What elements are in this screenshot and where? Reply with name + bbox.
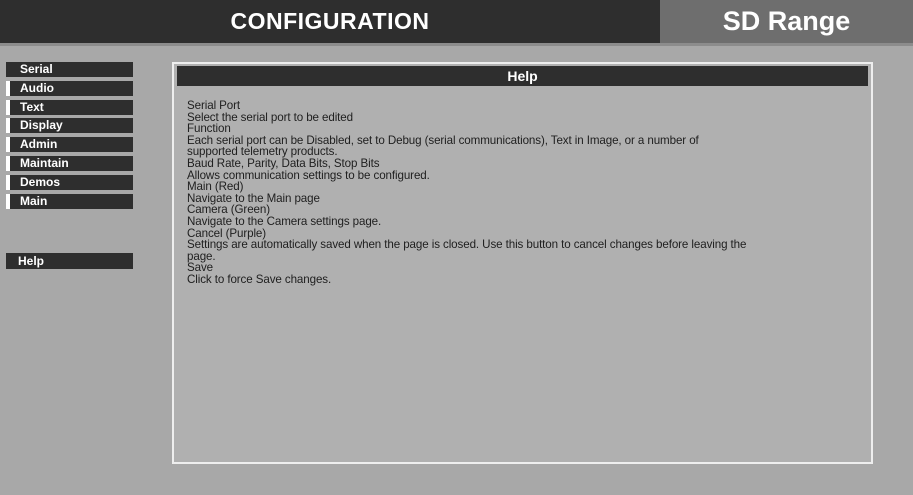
help-line: page. [187, 249, 216, 263]
sidebar-item-main[interactable]: Main [6, 193, 133, 209]
help-line: Main (Red) [187, 180, 244, 194]
sidebar-item-display[interactable]: Display [6, 118, 133, 134]
help-panel-title: Help [177, 66, 868, 86]
help-line: Baud Rate, Parity, Data Bits, Stop Bits [187, 156, 380, 170]
help-line: Settings are automatically saved when th… [187, 238, 747, 252]
brand-title: SD Range [722, 6, 851, 36]
brand-area: SD Range [660, 0, 913, 43]
help-line: Select the serial port to be edited [187, 110, 354, 124]
sidebar-item-demos[interactable]: Demos [6, 174, 133, 190]
help-line: Navigate to the Camera settings page. [187, 214, 382, 228]
help-line: Allows communication settings to be conf… [187, 168, 430, 182]
sidebar-item-admin[interactable]: Admin [6, 137, 133, 153]
sidebar-item-text[interactable]: Text [6, 99, 133, 115]
help-line: Serial Port [187, 99, 241, 112]
help-line: Navigate to the Main page [187, 191, 320, 205]
header-divider [0, 43, 913, 46]
header-bar: CONFIGURATION SD Range [0, 0, 913, 43]
help-panel: Help Serial Port Select the serial port … [172, 62, 873, 464]
sidebar-item-audio[interactable]: Audio [6, 80, 133, 96]
sidebar-nav: Serial Audio Text Display Admin Maintain… [6, 62, 133, 212]
help-line: Click to force Save changes. [187, 272, 332, 286]
sidebar-item-maintain[interactable]: Maintain [6, 155, 133, 171]
page-title: CONFIGURATION [230, 8, 430, 34]
help-text: Serial Port Select the serial port to be… [187, 100, 865, 456]
sidebar-item-serial[interactable]: Serial [6, 62, 133, 77]
sidebar-item-help[interactable]: Help [6, 253, 133, 269]
